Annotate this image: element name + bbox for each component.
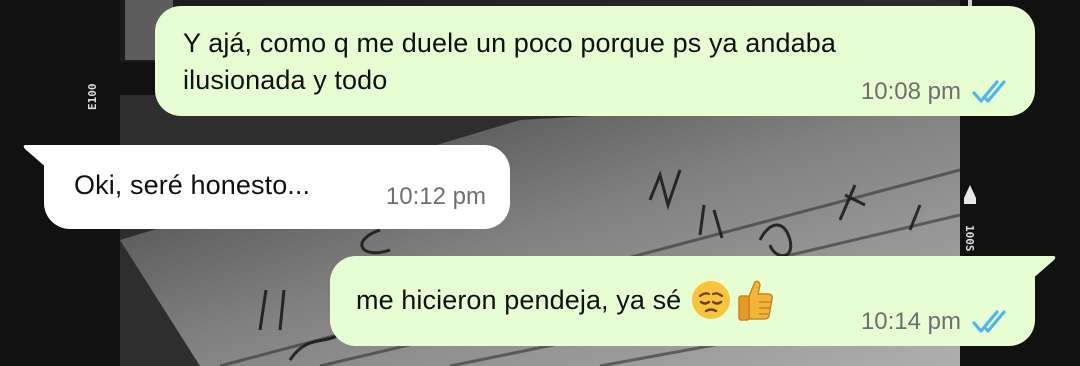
bubble-tail: [23, 145, 48, 169]
message-text-line: ilusionada y todo: [183, 65, 388, 95]
pensive-face-icon: [691, 278, 731, 322]
bubble-tail: [1031, 256, 1056, 280]
message-bubble-incoming[interactable]: Oki, seré honesto... 10:12 pm: [23, 145, 510, 229]
thumbs-up-icon: [735, 278, 775, 322]
message-timestamp: 10:14 pm: [860, 308, 961, 335]
film-mark-left: E100: [86, 83, 99, 111]
message-timestamp: 10:12 pm: [385, 183, 486, 210]
message-bubble-outgoing[interactable]: Y ajá, como q me duele un poco porque ps…: [155, 6, 1035, 116]
message-meta: 10:14 pm: [861, 308, 1011, 336]
message-bubble-outgoing[interactable]: me hicieron pendeja, ya sé 10:14 pm: [330, 256, 1056, 346]
read-receipt-icon: [971, 79, 1011, 105]
message-text: Oki, seré honesto...: [74, 170, 311, 200]
read-receipt-icon: [971, 309, 1011, 335]
message-meta: 10:12 pm: [386, 183, 486, 211]
message-text-line: Y ajá, como q me duele un poco porque ps…: [183, 28, 836, 58]
message-timestamp: 10:08 pm: [860, 78, 961, 105]
message-text: me hicieron pendeja, ya sé: [356, 278, 775, 322]
message-text-content: me hicieron pendeja, ya sé: [356, 284, 682, 315]
message-meta: 10:08 pm: [861, 78, 1011, 106]
